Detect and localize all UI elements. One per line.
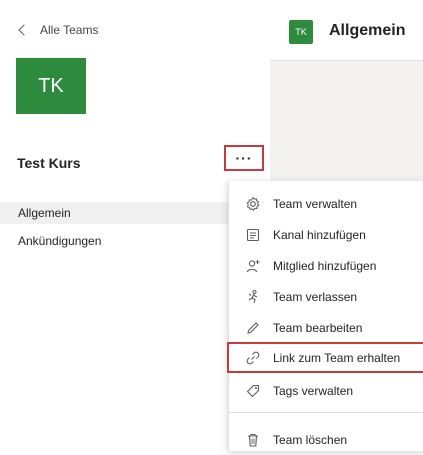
menu-item-label: Kanal hinzufügen	[273, 227, 366, 242]
leave-icon	[243, 287, 263, 307]
tag-icon	[243, 381, 263, 401]
pencil-icon	[243, 318, 263, 338]
menu-item-label: Link zum Team erhalten	[273, 350, 401, 365]
menu-item-team-verwalten[interactable]: Team verwalten	[229, 188, 423, 219]
header-team-avatar: TK	[289, 20, 313, 44]
menu-item-team-bearbeiten[interactable]: Team bearbeiten	[229, 312, 423, 343]
channel-title: Allgemein	[329, 22, 406, 39]
gear-icon	[243, 194, 263, 214]
menu-divider	[229, 412, 423, 413]
team-options-menu: Team verwalten Kanal hinzufügen Mitglied…	[227, 181, 423, 451]
menu-item-label: Team verlassen	[273, 289, 358, 304]
back-to-all-teams[interactable]: Alle Teams	[18, 23, 98, 37]
menu-item-label: Team verwalten	[273, 196, 358, 211]
chevron-left-icon	[18, 24, 30, 36]
menu-item-mitglied-hinzufuegen[interactable]: Mitglied hinzufügen	[229, 250, 423, 281]
menu-item-kanal-hinzufuegen[interactable]: Kanal hinzufügen	[229, 219, 423, 250]
menu-item-label: Mitglied hinzufügen	[273, 258, 377, 273]
menu-item-team-loeschen[interactable]: Team löschen	[229, 424, 423, 455]
menu-item-label: Tags verwalten	[273, 383, 354, 398]
add-person-icon	[243, 256, 263, 276]
menu-item-label: Team bearbeiten	[273, 320, 363, 335]
menu-item-tags-verwalten[interactable]: Tags verwalten	[229, 375, 423, 406]
menu-item-team-verlassen[interactable]: Team verlassen	[229, 281, 423, 312]
menu-item-link-zum-team[interactable]: Link zum Team erhalten	[227, 342, 423, 373]
trash-icon	[243, 430, 263, 450]
channel-icon	[243, 225, 263, 245]
team-name: Test Kurs	[17, 155, 81, 171]
channel-ankuendigungen[interactable]: Ankündigungen	[0, 230, 230, 252]
channel-allgemein[interactable]: Allgemein	[0, 202, 230, 224]
team-avatar: TK	[16, 58, 86, 114]
menu-item-label: Team löschen	[273, 432, 348, 447]
more-options-button[interactable]: ···	[224, 145, 264, 171]
link-icon	[243, 348, 263, 368]
back-label: Alle Teams	[40, 23, 99, 37]
channel-header: TK Allgemein	[270, 0, 423, 61]
